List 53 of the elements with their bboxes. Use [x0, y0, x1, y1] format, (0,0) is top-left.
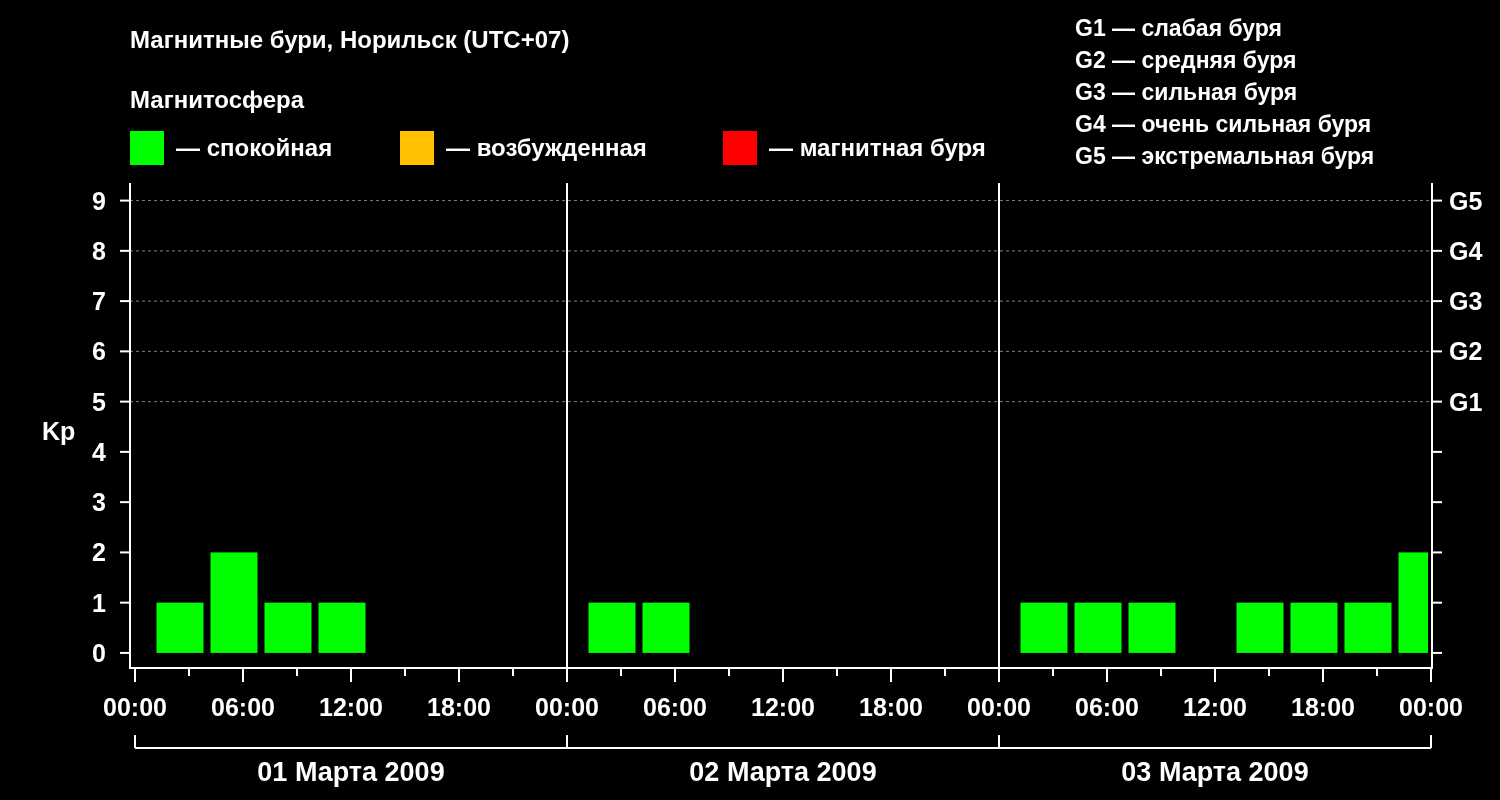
bar [1344, 602, 1392, 653]
x-tick-label: 00:00 [103, 693, 167, 721]
storm-level-label: G1 [1449, 387, 1483, 416]
x-tick-label: 06:00 [643, 693, 707, 721]
y-tick-label: 1 [92, 588, 106, 617]
y-tick-label: 5 [92, 387, 106, 416]
legend-label: — возбужденная [446, 133, 647, 163]
day-label: 01 Марта 2009 [257, 757, 445, 787]
y-tick-label: 4 [92, 437, 106, 466]
storm-scale-note: G1 — слабая буря [1075, 14, 1283, 43]
bar [642, 602, 690, 653]
bar [318, 602, 366, 653]
y-tick-label: 2 [92, 538, 106, 567]
x-tick-label: 12:00 [1183, 693, 1247, 721]
y-tick-label: 7 [92, 287, 106, 316]
storm-level-label: G4 [1449, 236, 1483, 265]
y-tick-label: 6 [92, 337, 106, 366]
bar [1074, 602, 1122, 653]
x-tick-label: 18:00 [427, 693, 491, 721]
x-tick-label: 00:00 [1399, 693, 1463, 721]
bar [264, 602, 312, 653]
bar [1236, 602, 1284, 653]
storm-scale-note: G5 — экстремальная буря [1075, 142, 1375, 171]
y-tick-label: 0 [92, 638, 106, 667]
x-tick-label: 18:00 [1291, 693, 1355, 721]
y-tick-label: 8 [92, 236, 106, 265]
day-label: 03 Марта 2009 [1121, 757, 1309, 787]
legend-label: — спокойная [176, 133, 333, 163]
bar [1290, 602, 1338, 653]
y-tick-label: 3 [92, 488, 106, 517]
chart-title: Магнитные бури, Норильск (UTC+07) [130, 25, 570, 55]
x-tick-label: 06:00 [1075, 693, 1139, 721]
storm-level-label: G5 [1449, 186, 1483, 215]
storm-level-label: G3 [1449, 287, 1483, 316]
x-tick-label: 12:00 [319, 693, 383, 721]
legend-label: — магнитная буря [769, 133, 986, 163]
x-tick-label: 00:00 [967, 693, 1031, 721]
day-label: 02 Марта 2009 [689, 757, 877, 787]
storm-scale-note: G3 — сильная буря [1075, 78, 1298, 107]
bar [588, 602, 636, 653]
y-tick-label: 9 [92, 186, 106, 215]
x-tick-label: 18:00 [859, 693, 923, 721]
bar [1128, 602, 1176, 653]
legend-heading: Магнитосфера [130, 85, 305, 115]
storm-scale-note: G4 — очень сильная буря [1075, 110, 1372, 139]
bar [1020, 602, 1068, 653]
x-tick-label: 00:00 [535, 693, 599, 721]
x-tick-label: 06:00 [211, 693, 275, 721]
storm-scale-note: G2 — средняя буря [1075, 46, 1297, 75]
storm-level-label: G2 [1449, 337, 1483, 366]
x-tick-label: 12:00 [751, 693, 815, 721]
y-axis-label: Kp [42, 417, 76, 445]
bar [156, 602, 204, 653]
